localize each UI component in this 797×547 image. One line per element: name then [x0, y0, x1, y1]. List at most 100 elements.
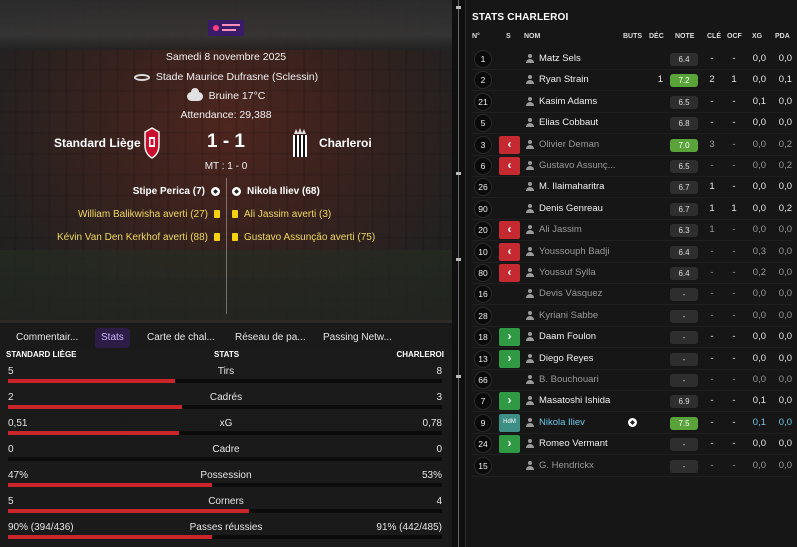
- player-profile-icon[interactable]: [526, 225, 534, 235]
- player-row[interactable]: 24 › Romeo Vermant - - -0,0 0,0: [466, 434, 797, 456]
- xg-value: 0,0: [752, 288, 766, 300]
- player-row[interactable]: 1 Matz Sels 6.4 - - 0,0 0,0: [466, 49, 797, 70]
- player-profile-icon[interactable]: [526, 246, 534, 257]
- player-row[interactable]: 90 Denis Genreau 6.7 1 1 0,0 0,2: [466, 199, 797, 220]
- col-key-passes[interactable]: CLÉ: [707, 33, 721, 40]
- player-profile-icon[interactable]: [526, 353, 534, 364]
- col-rating[interactable]: NOTE: [675, 33, 694, 40]
- player-name[interactable]: Matz Sels: [539, 53, 581, 64]
- player-row[interactable]: 3 ‹ Olivier Deman 7.0 3 - 0,0 0,2: [466, 135, 797, 156]
- player-name[interactable]: Kyriani Sabbe: [539, 310, 598, 321]
- col-xg[interactable]: XG: [752, 33, 762, 40]
- player-row[interactable]: 9 HdM Nikola Iliev 7.5- -0,1 0,0: [466, 413, 797, 434]
- tab-stats[interactable]: Stats: [95, 328, 130, 348]
- col-number[interactable]: N°: [472, 33, 480, 40]
- col-pda[interactable]: PDA: [775, 33, 790, 40]
- player-profile-icon[interactable]: [526, 460, 534, 471]
- player-profile-icon[interactable]: [526, 139, 534, 150]
- player-name[interactable]: M. Ilaimaharitra: [539, 181, 604, 192]
- player-profile-icon[interactable]: [526, 96, 534, 107]
- player-profile-icon[interactable]: [526, 439, 534, 449]
- ocf-value: 1: [731, 74, 737, 86]
- player-name[interactable]: Nikola Iliev: [539, 417, 585, 428]
- player-row[interactable]: 18 › Daam Foulon - - -0,0 0,0: [466, 327, 797, 349]
- player-row[interactable]: 28 Kyriani Sabbe - - -0,0 0,0: [466, 306, 797, 327]
- player-table-header: N° S NOM BUTS DÉC NOTE CLÉ OCF XG PDA: [466, 33, 797, 45]
- key-passes-value: -: [710, 160, 714, 171]
- player-row[interactable]: 6 ‹ Gustavo Assunç... 6.5 - - 0,0 0,2: [466, 156, 797, 177]
- player-profile-icon[interactable]: [526, 417, 534, 428]
- col-name[interactable]: NOM: [524, 33, 540, 40]
- player-profile-icon[interactable]: [526, 375, 534, 385]
- player-profile-icon[interactable]: [526, 161, 534, 171]
- player-profile-icon[interactable]: [526, 396, 534, 406]
- player-row[interactable]: 2 Ryan Strain 1 7.2 2 1 0,0 0,1: [466, 70, 797, 92]
- player-name[interactable]: Gustavo Assunç...: [539, 160, 616, 171]
- stats-header-home: STANDARD LIÈGE: [6, 350, 77, 359]
- sub-in-icon[interactable]: ›: [499, 435, 520, 454]
- player-name[interactable]: Elias Cobbaut: [539, 117, 598, 128]
- key-passes-value: -: [710, 117, 714, 129]
- tab-heat-map[interactable]: Carte de chal...: [141, 328, 221, 348]
- player-name[interactable]: Denis Genreau: [539, 203, 603, 214]
- pda-value: 0,0: [778, 352, 792, 364]
- player-name[interactable]: G. Hendrickx: [539, 460, 594, 471]
- charleroi-crest-icon[interactable]: [291, 127, 309, 159]
- player-profile-icon[interactable]: [526, 75, 534, 85]
- player-name[interactable]: Masatoshi Ishida: [539, 395, 610, 406]
- player-name[interactable]: Daam Foulon: [539, 331, 596, 342]
- ocf-value: -: [732, 138, 736, 150]
- player-row[interactable]: 5 Elias Cobbaut 6.8- -0,0 0,0: [466, 113, 797, 135]
- player-row[interactable]: 16 Devis Vásquez - - -0,0 0,0: [466, 284, 797, 306]
- man-of-the-match-badge[interactable]: HdM: [499, 413, 520, 432]
- player-name[interactable]: Ryan Strain: [539, 74, 589, 85]
- player-name[interactable]: Youssouph Badji: [539, 246, 609, 257]
- sub-in-icon[interactable]: ›: [499, 328, 520, 347]
- player-row[interactable]: 10 ‹ Youssouph Badji 6.4- -0,3 0,0: [466, 242, 797, 263]
- player-profile-icon[interactable]: [526, 182, 534, 192]
- player-profile-icon[interactable]: [526, 332, 534, 342]
- col-dec[interactable]: DÉC: [649, 33, 664, 40]
- player-row[interactable]: 66 B. Bouchouari - - - 0,0 0,0: [466, 370, 797, 391]
- away-team-name[interactable]: Charleroi: [319, 136, 372, 150]
- player-name[interactable]: Ali Jassim: [539, 224, 582, 235]
- goal-ball-icon: [628, 417, 637, 427]
- player-name[interactable]: Romeo Vermant: [539, 438, 608, 449]
- player-name[interactable]: B. Bouchouari: [539, 374, 599, 385]
- ocf-value: -: [732, 416, 736, 428]
- player-row[interactable]: 7 › Masatoshi Ishida 6.9- -0,1 0,0: [466, 391, 797, 413]
- player-name[interactable]: Olivier Deman: [539, 139, 599, 150]
- player-profile-icon[interactable]: [526, 310, 534, 321]
- sub-out-icon[interactable]: ‹: [499, 264, 520, 282]
- player-profile-icon[interactable]: [526, 54, 534, 64]
- player-name[interactable]: Youssuf Sylla: [539, 267, 596, 278]
- player-name[interactable]: Diego Reyes: [539, 353, 593, 364]
- sub-out-icon[interactable]: ‹: [499, 221, 520, 240]
- player-profile-icon[interactable]: [526, 118, 534, 128]
- player-row[interactable]: 13 › Diego Reyes - - -0,0 0,0: [466, 349, 797, 370]
- player-name[interactable]: Kasim Adams: [539, 96, 597, 107]
- player-profile-icon[interactable]: [526, 203, 534, 214]
- col-ocf[interactable]: OCF: [727, 33, 742, 40]
- stat-away-value: 0,78: [422, 418, 442, 429]
- player-row[interactable]: 80 ‹ Youssuf Sylla 6.4 - - 0,2 0,0: [466, 263, 797, 284]
- player-profile-icon[interactable]: [526, 268, 534, 278]
- col-sub[interactable]: S: [506, 33, 511, 40]
- player-name[interactable]: Devis Vásquez: [539, 288, 602, 299]
- col-goals[interactable]: BUTS: [623, 33, 642, 40]
- tab-passing-network[interactable]: Passing Netw...: [317, 328, 398, 348]
- tab-pass-network[interactable]: Réseau de pa...: [229, 328, 312, 348]
- sub-in-icon[interactable]: ›: [499, 349, 520, 368]
- panel-divider[interactable]: [452, 0, 465, 547]
- sub-out-icon[interactable]: ‹: [499, 157, 520, 175]
- rating-badge: 6.4: [670, 53, 698, 66]
- player-row[interactable]: 26 M. Ilaimaharitra 6.7 1 - 0,0 0,0: [466, 177, 797, 199]
- player-row[interactable]: 15 G. Hendrickx - - -0,0 0,0: [466, 456, 797, 477]
- tab-commentary[interactable]: Commentair...: [10, 328, 84, 348]
- player-profile-icon[interactable]: [526, 289, 534, 299]
- sub-out-icon[interactable]: ‹: [499, 135, 520, 154]
- sub-in-icon[interactable]: ›: [499, 392, 520, 411]
- player-row[interactable]: 21 Kasim Adams 6.5- -0,1 0,0: [466, 92, 797, 113]
- player-row[interactable]: 20 ‹ Ali Jassim 6.3 1 - 0,0 0,0: [466, 220, 797, 242]
- sub-out-icon[interactable]: ‹: [499, 242, 520, 261]
